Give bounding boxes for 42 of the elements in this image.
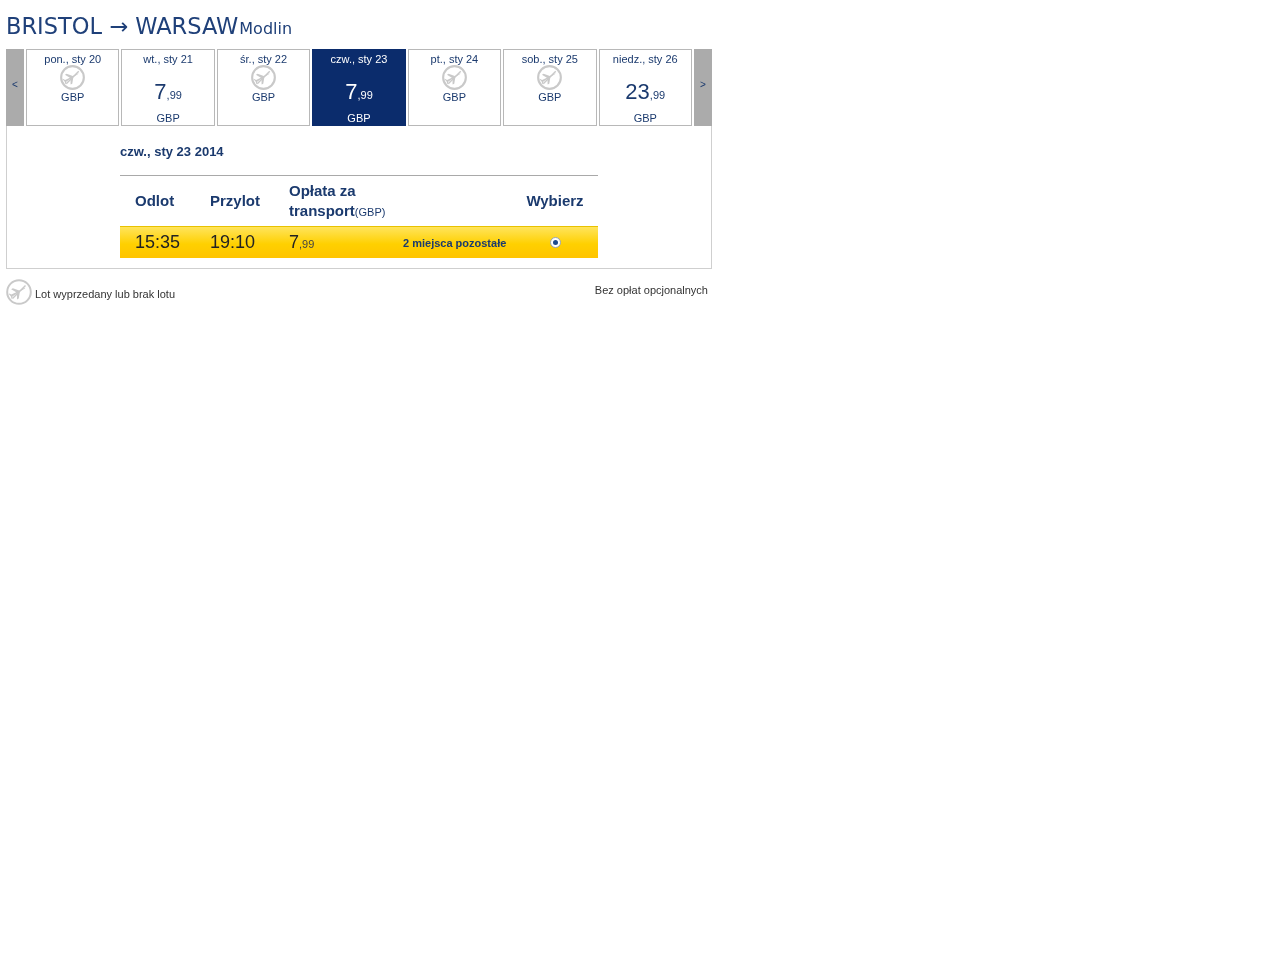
airport-name: Modlin <box>239 19 293 38</box>
currency-label: GBP <box>633 111 657 125</box>
day-price: 7,99 <box>154 79 182 106</box>
seats-left: 2 miejsca pozostałe <box>403 236 507 249</box>
day-price: 23,99 <box>625 79 666 106</box>
fees-note: Bez opłat opcjonalnych <box>594 284 708 296</box>
day-tab[interactable]: czw., sty 23 7,99 GBP <box>312 49 406 126</box>
column-header: Opłata za transport <box>289 181 356 219</box>
next-button[interactable]: > <box>693 49 712 126</box>
day-tab[interactable]: pon., sty 20 GBP <box>26 49 120 126</box>
column-header: Odlot <box>135 192 175 209</box>
day-tab[interactable]: wt., sty 21 7,99 GBP <box>121 49 215 126</box>
column-header: Wybierz <box>526 192 584 209</box>
day-tab[interactable]: sob., sty 25 GBP <box>503 49 597 126</box>
day-tab[interactable]: pt., sty 24 GBP <box>407 49 502 126</box>
day-label: pt., sty 24 <box>430 52 479 66</box>
currency-label: GBP <box>156 111 180 125</box>
previous-button[interactable]: < <box>6 49 24 126</box>
currency-unit: (GBP) <box>354 205 386 218</box>
crossed-plane-icon <box>6 279 32 305</box>
day-label: czw., sty 23 <box>330 52 388 66</box>
day-label: pon., sty 20 <box>44 52 102 66</box>
fare-price: 7,99 <box>289 234 315 251</box>
day-price: 7,99 <box>345 79 373 106</box>
day-tab[interactable]: niedz., sty 26 23,99 GBP <box>598 49 692 126</box>
legend-text: Lot wyprzedany lub brak lotu <box>35 287 176 300</box>
currency-label: GBP <box>251 90 276 104</box>
day-label: wt., sty 21 <box>143 52 193 66</box>
currency-label: GBP <box>61 90 85 104</box>
column-header: Przylot <box>210 192 260 209</box>
currency-label: GBP <box>442 90 466 104</box>
route-title: BRISTOL → WARSAW <box>6 13 239 39</box>
arrival-time: 19:10 <box>209 232 257 253</box>
flight-date: czw., sty 23 2014 <box>120 144 224 160</box>
day-tab[interactable]: śr., sty 22 GBP <box>216 49 311 126</box>
currency-label: GBP <box>538 90 562 104</box>
day-label: niedz., sty 26 <box>612 52 678 66</box>
radio-button[interactable] <box>549 237 561 248</box>
currency-label: GBP <box>347 111 371 125</box>
day-label: sob., sty 25 <box>521 52 578 66</box>
day-label: śr., sty 22 <box>240 52 288 66</box>
departure-time: 15:35 <box>134 232 182 253</box>
